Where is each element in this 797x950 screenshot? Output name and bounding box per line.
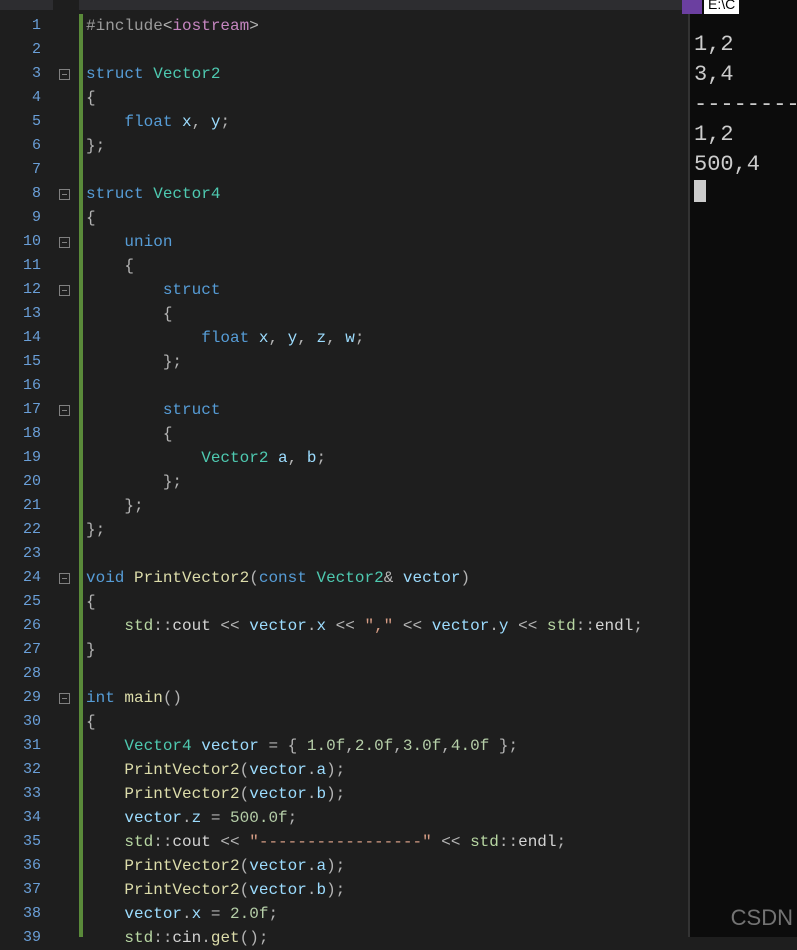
line-number: 38: [0, 902, 53, 926]
line-number: 21: [0, 494, 53, 518]
code-area[interactable]: #include<iostream>struct Vector2{ float …: [83, 0, 688, 937]
code-line[interactable]: {: [86, 86, 688, 110]
code-line[interactable]: Vector2 a, b;: [86, 446, 688, 470]
fold-toggle-icon[interactable]: [59, 693, 70, 704]
line-number: 31: [0, 734, 53, 758]
code-line[interactable]: [86, 374, 688, 398]
line-number: 5: [0, 110, 53, 134]
code-line[interactable]: [86, 542, 688, 566]
fold-toggle-icon[interactable]: [59, 189, 70, 200]
line-number: 20: [0, 470, 53, 494]
code-line[interactable]: float x, y, z, w;: [86, 326, 688, 350]
line-number: 2: [0, 38, 53, 62]
code-line[interactable]: PrintVector2(vector.b);: [86, 878, 688, 902]
code-line[interactable]: PrintVector2(vector.a);: [86, 758, 688, 782]
line-number: 10: [0, 230, 53, 254]
code-line[interactable]: {: [86, 422, 688, 446]
code-line[interactable]: {: [86, 710, 688, 734]
fold-toggle-icon[interactable]: [59, 405, 70, 416]
line-number: 29: [0, 686, 53, 710]
line-number: 16: [0, 374, 53, 398]
line-number: 23: [0, 542, 53, 566]
code-line[interactable]: [86, 158, 688, 182]
line-number: 22: [0, 518, 53, 542]
line-number: 34: [0, 806, 53, 830]
line-number: 27: [0, 638, 53, 662]
code-line[interactable]: }: [86, 638, 688, 662]
code-line[interactable]: float x, y;: [86, 110, 688, 134]
code-line[interactable]: [86, 38, 688, 62]
code-line[interactable]: std::cin.get();: [86, 926, 688, 950]
code-line[interactable]: vector.z = 500.0f;: [86, 806, 688, 830]
line-number: 32: [0, 758, 53, 782]
code-line[interactable]: void PrintVector2(const Vector2& vector): [86, 566, 688, 590]
line-number: 28: [0, 662, 53, 686]
line-number: 30: [0, 710, 53, 734]
line-number: 26: [0, 614, 53, 638]
console-caret: [694, 180, 706, 202]
code-line[interactable]: std::cout << vector.x << "," << vector.y…: [86, 614, 688, 638]
line-number: 19: [0, 446, 53, 470]
code-line[interactable]: struct Vector4: [86, 182, 688, 206]
code-line[interactable]: {: [86, 206, 688, 230]
line-number: 15: [0, 350, 53, 374]
line-number: 6: [0, 134, 53, 158]
code-line[interactable]: };: [86, 470, 688, 494]
line-number: 12: [0, 278, 53, 302]
code-editor[interactable]: 1234567891011121314151617181920212223242…: [0, 0, 688, 937]
fold-toggle-icon[interactable]: [59, 285, 70, 296]
line-number: 8: [0, 182, 53, 206]
line-number: 24: [0, 566, 53, 590]
code-line[interactable]: union: [86, 230, 688, 254]
line-number: 3: [0, 62, 53, 86]
line-number: 39: [0, 926, 53, 950]
line-number: 35: [0, 830, 53, 854]
line-number: 18: [0, 422, 53, 446]
code-line[interactable]: };: [86, 494, 688, 518]
console-output: 1,2 3,4 ----------------- 1,2 500,4: [694, 30, 793, 180]
line-number: 14: [0, 326, 53, 350]
code-line[interactable]: struct: [86, 278, 688, 302]
code-line[interactable]: };: [86, 518, 688, 542]
console-panel: E:\C 1,2 3,4 ----------------- 1,2 500,4: [688, 0, 797, 937]
code-line[interactable]: vector.x = 2.0f;: [86, 902, 688, 926]
line-number: 33: [0, 782, 53, 806]
code-line[interactable]: struct Vector2: [86, 62, 688, 86]
code-line[interactable]: {: [86, 254, 688, 278]
watermark: CSDN: [731, 905, 793, 931]
line-number: 4: [0, 86, 53, 110]
line-number: 13: [0, 302, 53, 326]
console-icon: [682, 0, 702, 14]
fold-column[interactable]: [53, 0, 79, 937]
line-number: 9: [0, 206, 53, 230]
code-line[interactable]: {: [86, 302, 688, 326]
code-line[interactable]: Vector4 vector = { 1.0f,2.0f,3.0f,4.0f }…: [86, 734, 688, 758]
code-line[interactable]: std::cout << "-----------------" << std:…: [86, 830, 688, 854]
line-number: 1: [0, 14, 53, 38]
line-number: 37: [0, 878, 53, 902]
fold-toggle-icon[interactable]: [59, 69, 70, 80]
fold-toggle-icon[interactable]: [59, 573, 70, 584]
line-number: 11: [0, 254, 53, 278]
code-line[interactable]: int main(): [86, 686, 688, 710]
code-line[interactable]: struct: [86, 398, 688, 422]
code-line[interactable]: };: [86, 134, 688, 158]
line-number: 17: [0, 398, 53, 422]
code-line[interactable]: [86, 662, 688, 686]
code-line[interactable]: };: [86, 350, 688, 374]
fold-toggle-icon[interactable]: [59, 237, 70, 248]
code-line[interactable]: PrintVector2(vector.a);: [86, 854, 688, 878]
code-line[interactable]: PrintVector2(vector.b);: [86, 782, 688, 806]
line-number: 25: [0, 590, 53, 614]
line-number: 7: [0, 158, 53, 182]
code-line[interactable]: {: [86, 590, 688, 614]
line-number-gutter: 1234567891011121314151617181920212223242…: [0, 0, 53, 937]
line-number: 36: [0, 854, 53, 878]
console-title: E:\C: [704, 0, 739, 14]
code-line[interactable]: #include<iostream>: [86, 14, 688, 38]
